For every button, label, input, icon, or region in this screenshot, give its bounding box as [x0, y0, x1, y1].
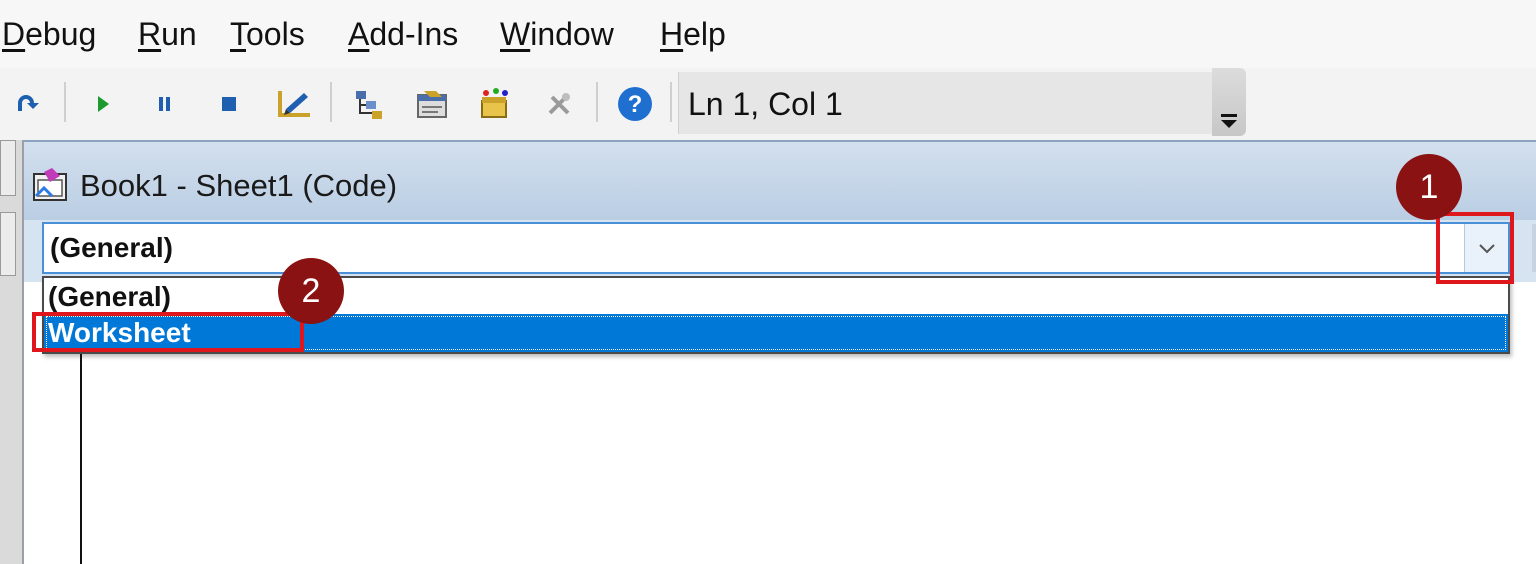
redo-icon[interactable]	[10, 86, 44, 122]
object-browser-icon[interactable]	[474, 86, 516, 122]
toolbar-separator	[670, 82, 672, 122]
panel-edge-button	[0, 212, 16, 276]
annotation-highlight-dropdown-button	[1436, 212, 1514, 284]
annotation-highlight-worksheet	[32, 312, 304, 352]
menu-add-ins[interactable]: Add-Ins	[348, 14, 458, 54]
toolbar-separator	[596, 82, 598, 122]
procedure-combobox-edge	[1532, 224, 1536, 272]
break-icon[interactable]	[152, 86, 178, 122]
annotation-badge-2: 2	[278, 258, 344, 324]
object-combobox-value: (General)	[50, 232, 173, 263]
toolbar-options-grip[interactable]	[1212, 68, 1246, 136]
annotation-badge-1: 1	[1396, 154, 1462, 220]
reset-icon[interactable]	[214, 86, 244, 122]
menu-bar: Debug Run Tools Add-Ins Window Help	[0, 0, 1536, 68]
toolbar-separator	[330, 82, 332, 122]
object-combobox[interactable]	[42, 222, 1510, 274]
properties-window-icon[interactable]	[412, 86, 454, 122]
project-explorer-edge	[0, 140, 24, 564]
panel-edge-button	[0, 140, 16, 196]
menu-run[interactable]: Run	[138, 14, 197, 54]
menu-debug[interactable]: Debug	[2, 14, 96, 54]
menu-help[interactable]: Help	[660, 14, 726, 54]
design-mode-icon[interactable]	[272, 86, 316, 122]
help-icon[interactable]: ?	[614, 86, 656, 122]
code-margin-line	[80, 354, 82, 564]
cursor-position-text: Ln 1, Col 1	[688, 86, 843, 122]
menu-tools[interactable]: Tools	[230, 14, 305, 54]
menu-window[interactable]: Window	[500, 14, 614, 54]
run-icon[interactable]	[90, 86, 116, 122]
toolbox-icon[interactable]	[540, 86, 578, 122]
code-window-title: Book1 - Sheet1 (Code)	[80, 168, 398, 203]
code-module-icon	[30, 166, 72, 206]
dropdown-option-general[interactable]: (General)	[48, 280, 171, 314]
svg-text:?: ?	[628, 91, 643, 118]
toolbar-separator	[64, 82, 66, 122]
project-explorer-icon[interactable]	[350, 86, 390, 122]
